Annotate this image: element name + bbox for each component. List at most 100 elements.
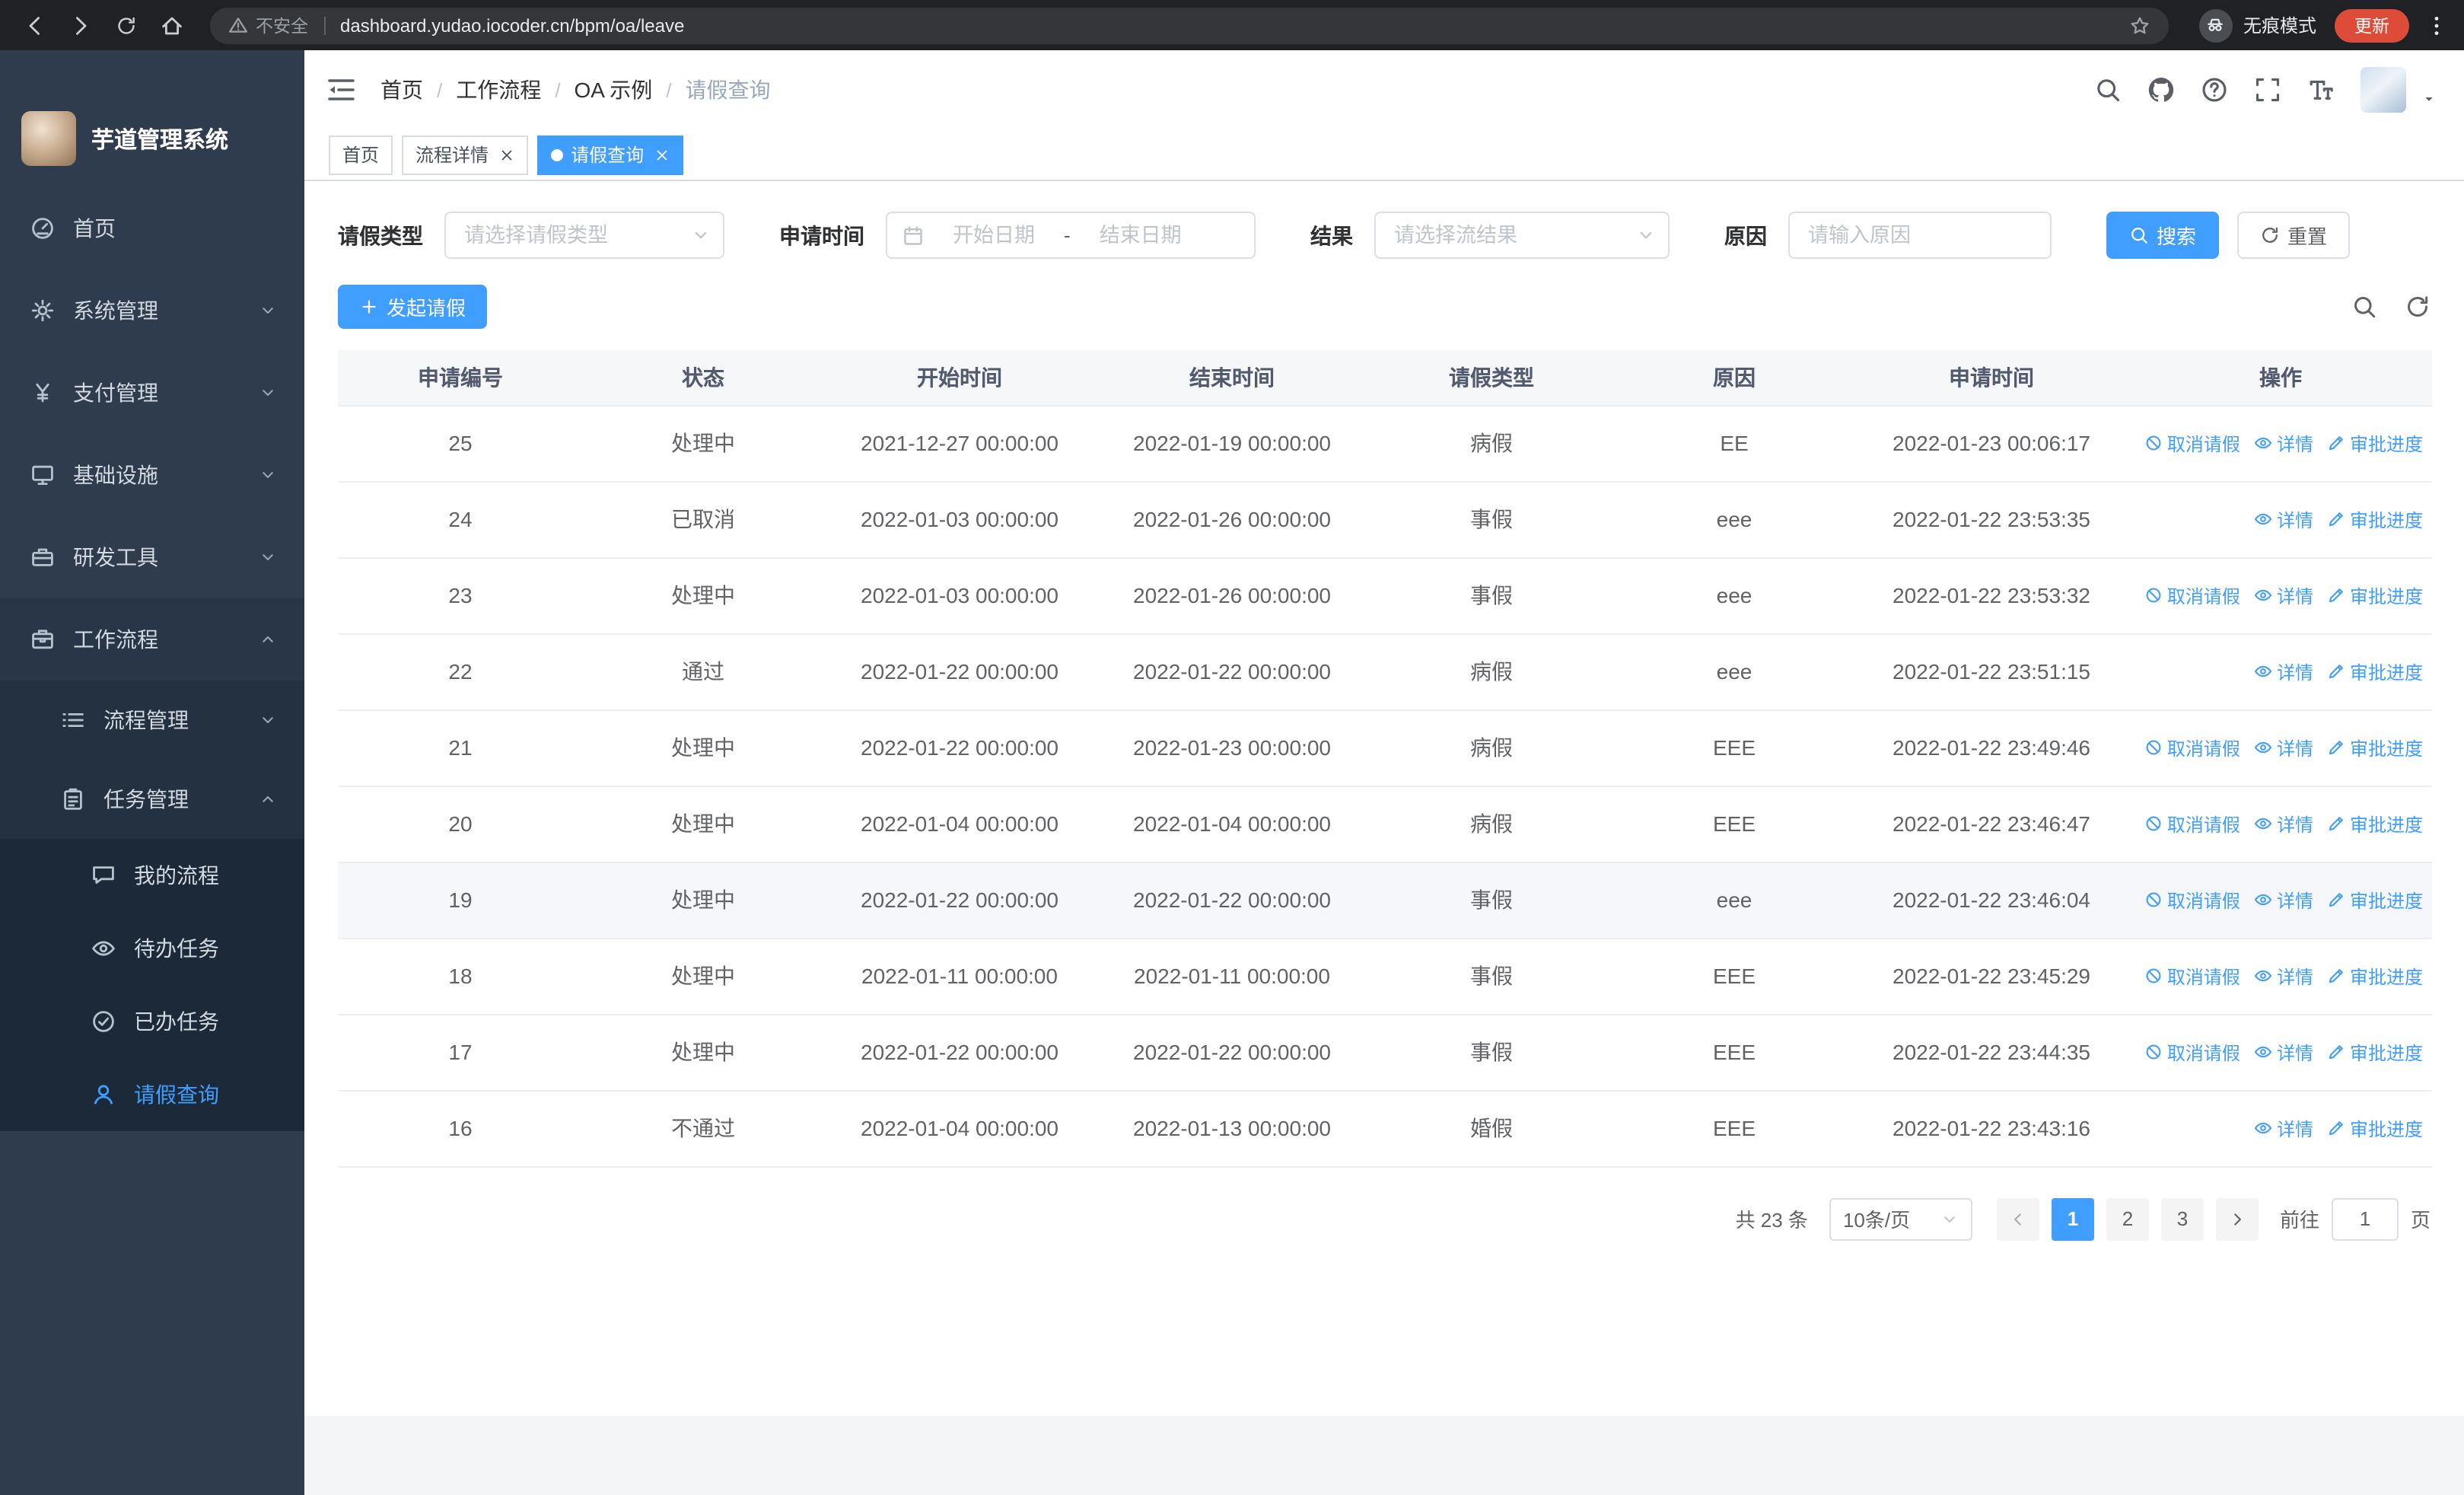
cancel-action-link[interactable]: 取消请假 — [2144, 735, 2240, 760]
tab-process-detail[interactable]: 流程详情 — [402, 135, 529, 174]
column-header: 结束时间 — [1096, 350, 1368, 406]
sidebar-item-infrastructure[interactable]: 基础设施 — [0, 434, 304, 516]
detail-action-link[interactable]: 详情 — [2254, 887, 2313, 913]
detail-action-link[interactable]: 详情 — [2254, 963, 2313, 989]
page-button-1[interactable]: 1 — [2051, 1197, 2094, 1240]
tab-leave-query[interactable]: 请假查询 — [537, 135, 684, 174]
toggle-search-icon[interactable] — [2351, 294, 2377, 320]
sidebar-item-process-mgmt[interactable]: 流程管理 — [0, 681, 304, 760]
breadcrumb-item[interactable]: 首页 — [380, 75, 423, 105]
reason-input[interactable] — [1788, 212, 2052, 259]
github-icon[interactable] — [2147, 76, 2175, 104]
forward-icon — [68, 13, 93, 37]
leave-type-input[interactable] — [444, 212, 724, 259]
page-button-3[interactable]: 3 — [2160, 1197, 2204, 1240]
sidebar-item-task-mgmt[interactable]: 任务管理 — [0, 760, 304, 839]
reload-button[interactable] — [107, 5, 146, 45]
caret-down-icon[interactable] — [2421, 91, 2437, 107]
address-bar[interactable]: 不安全 dashboard.yudao.iocoder.cn/bpm/oa/le… — [210, 7, 2169, 43]
back-button[interactable] — [15, 5, 55, 45]
sidebar-item-leave-query[interactable]: 请假查询 — [0, 1058, 304, 1131]
detail-action-link[interactable]: 详情 — [2254, 658, 2313, 684]
progress-action-link[interactable]: 审批进度 — [2327, 887, 2423, 913]
fullscreen-icon[interactable] — [2254, 76, 2281, 104]
detail-action-link[interactable]: 详情 — [2254, 1115, 2313, 1141]
cancel-action-link[interactable]: 取消请假 — [2144, 1039, 2240, 1065]
action-label: 审批进度 — [2349, 585, 2423, 607]
sidebar-toggle[interactable] — [326, 75, 356, 105]
progress-action-link[interactable]: 审批进度 — [2327, 506, 2423, 532]
sidebar-item-done-task[interactable]: 已办任务 — [0, 985, 304, 1058]
chevron-right-icon — [2228, 1210, 2246, 1228]
detail-action-link[interactable]: 详情 — [2254, 811, 2313, 837]
apply-time-range[interactable]: - — [886, 212, 1256, 259]
app-title: 芋道管理系统 — [91, 127, 229, 153]
sidebar-item-my-process[interactable]: 我的流程 — [0, 839, 304, 912]
prev-page-button[interactable] — [1996, 1197, 2039, 1240]
page-unit-label: 页 — [2410, 1209, 2431, 1232]
cell-id: 17 — [338, 1014, 583, 1091]
leave-type-select[interactable] — [444, 212, 724, 259]
next-page-button[interactable] — [2215, 1197, 2259, 1240]
sidebar: 芋道管理系统 首页 系统管理 支付管理 基础设施 研发工具 工作流程 流程管理 任务管理 我的流… — [0, 50, 304, 1495]
detail-action-link[interactable]: 详情 — [2254, 735, 2313, 760]
end-date-input[interactable] — [1076, 224, 1205, 247]
detail-action-link[interactable]: 详情 — [2254, 506, 2313, 532]
sidebar-item-workflow[interactable]: 工作流程 — [0, 598, 304, 681]
progress-action-link[interactable]: 审批进度 — [2327, 430, 2423, 456]
result-select[interactable] — [1374, 212, 1670, 259]
search-icon[interactable] — [2094, 76, 2122, 104]
reset-button[interactable]: 重置 — [2237, 212, 2351, 259]
refresh-table-icon[interactable] — [2405, 294, 2431, 320]
progress-action-link[interactable]: 审批进度 — [2327, 1039, 2423, 1065]
sidebar-item-home[interactable]: 首页 — [0, 187, 304, 269]
page-button-2[interactable]: 2 — [2106, 1197, 2149, 1240]
progress-action-link[interactable]: 审批进度 — [2327, 582, 2423, 608]
cancel-action-link[interactable]: 取消请假 — [2144, 963, 2240, 989]
cancel-action-link[interactable]: 取消请假 — [2144, 811, 2240, 837]
tab-home[interactable]: 首页 — [329, 135, 393, 174]
page-size-select[interactable]: 10条/页 — [1829, 1197, 1972, 1240]
goto-page-input[interactable] — [2331, 1197, 2399, 1240]
breadcrumb-item[interactable]: 工作流程 — [456, 75, 541, 105]
detail-action-link[interactable]: 详情 — [2254, 582, 2313, 608]
progress-action-link[interactable]: 审批进度 — [2327, 658, 2423, 684]
sidebar-item-payment[interactable]: 支付管理 — [0, 352, 304, 434]
cancel-action-link[interactable]: 取消请假 — [2144, 582, 2240, 608]
detail-action-link[interactable]: 详情 — [2254, 430, 2313, 456]
update-button[interactable]: 更新 — [2335, 8, 2409, 42]
cell-end_time: 2022-01-22 00:00:00 — [1096, 862, 1368, 939]
security-warning-icon[interactable] — [228, 15, 248, 35]
cancel-action-link[interactable]: 取消请假 — [2144, 430, 2240, 456]
action-label: 取消请假 — [2166, 890, 2240, 911]
start-date-input[interactable] — [930, 224, 1058, 247]
sidebar-item-system[interactable]: 系统管理 — [0, 269, 304, 352]
cell-reason: eee — [1615, 862, 1854, 939]
security-warning-label[interactable]: 不安全 — [256, 13, 308, 37]
progress-action-link[interactable]: 审批进度 — [2327, 963, 2423, 989]
font-size-icon[interactable] — [2307, 76, 2335, 104]
forward-button[interactable] — [61, 5, 100, 45]
progress-action-link[interactable]: 审批进度 — [2327, 735, 2423, 760]
browser-menu-icon[interactable] — [2424, 13, 2449, 37]
tab-bar: 首页 流程详情 请假查询 — [304, 129, 2464, 181]
sidebar-item-todo-task[interactable]: 待办任务 — [0, 912, 304, 985]
create-leave-button[interactable]: 发起请假 — [338, 285, 488, 329]
help-icon[interactable] — [2201, 76, 2228, 104]
breadcrumb-item[interactable]: OA 示例 — [575, 75, 653, 105]
cancel-action-link[interactable]: 取消请假 — [2144, 887, 2240, 913]
url-text[interactable]: dashboard.yudao.iocoder.cn/bpm/oa/leave — [340, 14, 684, 36]
progress-action-link[interactable]: 审批进度 — [2327, 811, 2423, 837]
search-button[interactable]: 搜索 — [2106, 212, 2220, 259]
progress-action-link[interactable]: 审批进度 — [2327, 1115, 2423, 1141]
cell-status: 处理中 — [583, 557, 823, 634]
detail-action-link[interactable]: 详情 — [2254, 1039, 2313, 1065]
home-button[interactable] — [152, 5, 192, 45]
user-avatar[interactable] — [2361, 67, 2406, 113]
bookmark-star-icon[interactable] — [2129, 14, 2150, 36]
sidebar-item-devtools[interactable]: 研发工具 — [0, 516, 304, 598]
result-input[interactable] — [1374, 212, 1670, 259]
logo[interactable]: 芋道管理系统 — [0, 93, 304, 184]
action-links: 取消请假 详情 审批进度 — [2129, 430, 2432, 456]
cell-start_time: 2022-01-11 00:00:00 — [823, 938, 1096, 1015]
